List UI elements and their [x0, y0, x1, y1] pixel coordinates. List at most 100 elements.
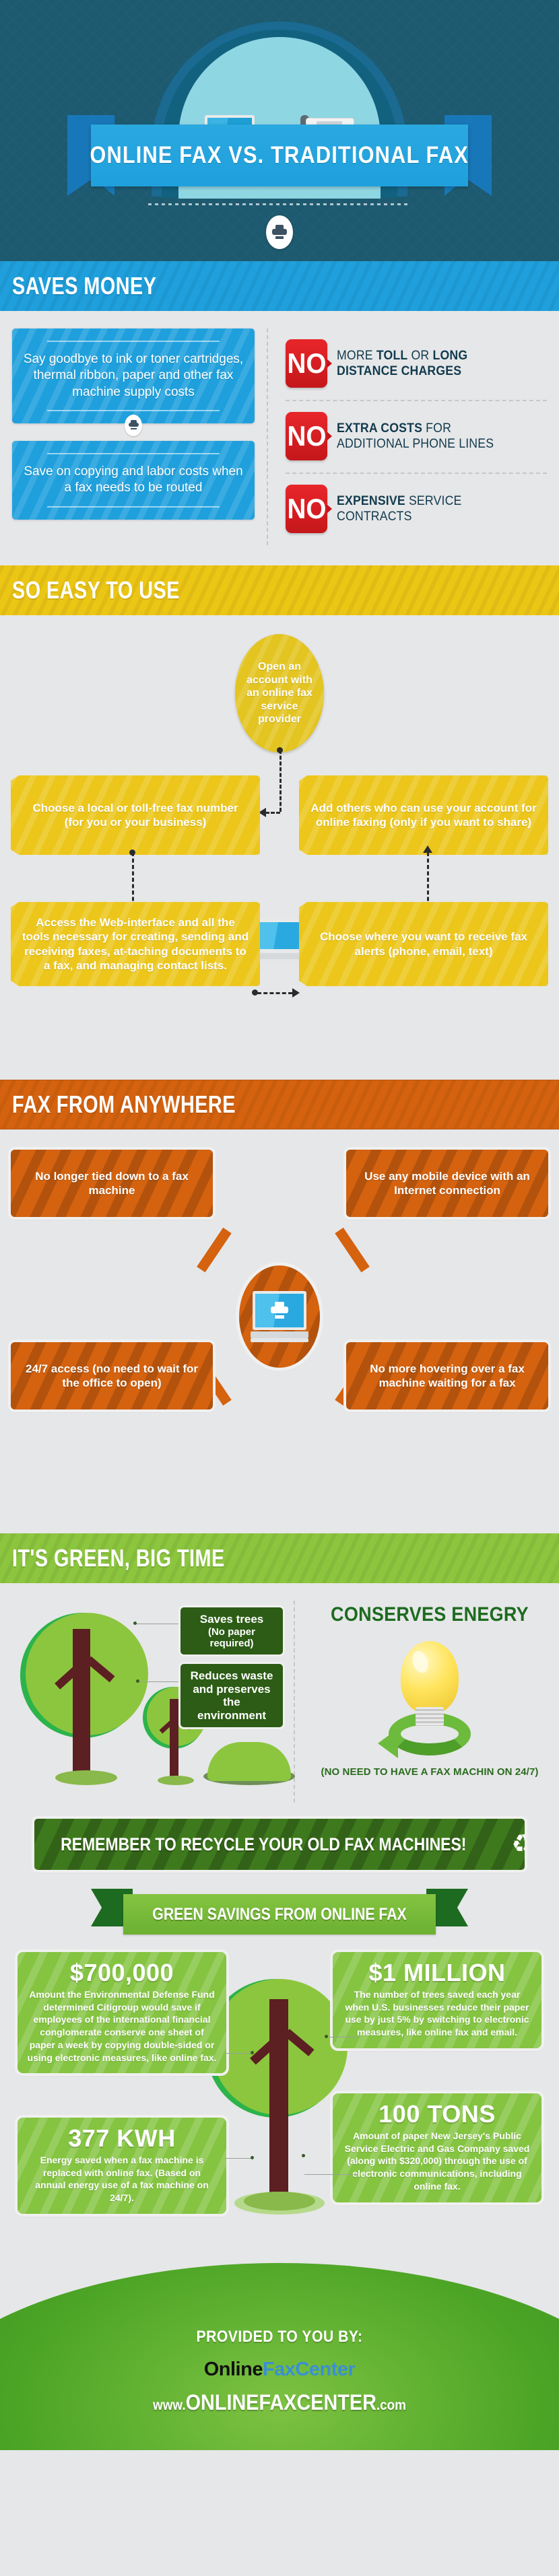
provided-by-label: PROVIDED TO YOU BY:	[196, 2328, 363, 2346]
money-card-text: Save on copying and labor costs when a f…	[24, 464, 243, 495]
flow-box: Choose where you want to receive fax ale…	[299, 902, 548, 986]
flow-box-text: Choose a local or toll-free fax number (…	[32, 801, 238, 829]
conserves-energy-area: CONSERVES ENEGRY (NO NEED TO HAVE A FAX …	[294, 1601, 548, 1803]
spoke-connector	[197, 1227, 232, 1273]
money-card: Save on copying and labor costs when a f…	[12, 440, 255, 520]
hero-section: ONLINE FAX VS. TRADITIONAL FAX	[0, 0, 559, 261]
anywhere-box: Use any mobile device with an Internet c…	[346, 1150, 548, 1217]
recycle-icon: ♻	[511, 1830, 525, 1858]
anywhere-box: No longer tied down to a fax machine	[11, 1150, 213, 1217]
conserves-energy-note: (NO NEED TO HAVE A FAX MACHIN ON 24/7)	[321, 1766, 539, 1778]
flow-line	[257, 992, 292, 994]
bush-icon	[203, 1742, 295, 1785]
tree-large-icon	[20, 1613, 152, 1785]
recycle-banner-text: REMEMBER TO RECYCLE YOUR OLD FAX MACHINE…	[60, 1834, 467, 1854]
no-badge-label: NO	[287, 493, 326, 524]
page-title: ONLINE FAX VS. TRADITIONAL FAX	[90, 142, 469, 168]
stat-value: 100 TONS	[379, 2100, 496, 2128]
infographic-page: ONLINE FAX VS. TRADITIONAL FAX SAVES MON…	[0, 0, 559, 2450]
section-heading-saves-money: SAVES MONEY	[12, 272, 157, 300]
section-bar-so-easy: SO EASY TO USE	[0, 565, 559, 615]
section-heading-so-easy: SO EASY TO USE	[12, 576, 180, 604]
green-savings-ribbon: GREEN SAVINGS FROM ONLINE FAX	[91, 1887, 468, 1935]
stat-leader-line	[326, 2037, 357, 2038]
url-main: ONLINEFAXCENTER	[185, 2390, 376, 2414]
flow-line	[265, 812, 280, 814]
no-badge: NO	[286, 485, 327, 533]
printer-icon	[266, 215, 293, 249]
title-ribbon-wrap: ONLINE FAX VS. TRADITIONAL FAX	[0, 115, 559, 196]
stat-leader-dot	[325, 2035, 328, 2038]
website-url[interactable]: www.ONLINEFAXCENTER.com	[28, 2390, 531, 2415]
footer: PROVIDED TO YOU BY: OnlineFaxCenter www.…	[0, 2248, 559, 2450]
flow-start-oval: Open an account with an online fax servi…	[235, 634, 324, 753]
stat-value: $1 MILLION	[368, 1959, 506, 1986]
callout-leader-line	[139, 1681, 182, 1682]
stat-text: Amount of paper New Jersey's Public Serv…	[344, 2130, 530, 2192]
no-item-text: EXPENSIVE SERVICE CONTRACTS	[337, 493, 462, 524]
no-badge-label: NO	[287, 420, 326, 452]
stat-text: The number of trees saved each year when…	[345, 1988, 529, 2038]
tree-illustration-area: Saves trees (No paper required) Reduces …	[11, 1601, 295, 1803]
stat-card: 100 TONS Amount of paper New Jersey's Pu…	[333, 2093, 541, 2202]
no-item-text: MORE TOLL OR LONG DISTANCE CHARGES	[337, 348, 468, 378]
flow-box-text: Access the Web-interface and all the too…	[22, 916, 249, 972]
flow-box: Add others who can use your account for …	[299, 775, 548, 855]
recycle-banner: REMEMBER TO RECYCLE YOUR OLD FAX MACHINE…	[34, 1819, 525, 1870]
anywhere-row-top: No longer tied down to a fax machine Use…	[11, 1150, 548, 1217]
green-stats: $700,000 Amount the Environmental Defens…	[11, 1952, 548, 2241]
callout-saves-trees: Saves trees (No paper required)	[180, 1607, 283, 1655]
laptop-with-fax-icon	[239, 1265, 320, 1368]
flow-line	[427, 852, 429, 907]
stat-leader-dot	[302, 2154, 305, 2157]
callout-title: Reduces waste and preserves the environm…	[190, 1669, 273, 1722]
stat-leader-line	[304, 2174, 357, 2175]
flow-box-text: Add others who can use your account for …	[310, 801, 537, 829]
title-ribbon: ONLINE FAX VS. TRADITIONAL FAX	[90, 125, 469, 186]
no-item-text: EXTRA COSTS FOR ADDITIONAL PHONE LINES	[337, 421, 494, 451]
anywhere-box-text: Use any mobile device with an Internet c…	[364, 1169, 530, 1197]
stat-leader-line	[225, 2158, 253, 2159]
section-bar-fax-anywhere: FAX FROM ANYWHERE	[0, 1080, 559, 1129]
section-heading-fax-anywhere: FAX FROM ANYWHERE	[12, 1090, 236, 1118]
money-card: Say goodbye to ink or toner cartridges, …	[12, 328, 255, 423]
anywhere-box-text: No longer tied down to a fax machine	[35, 1169, 189, 1197]
url-suffix: .com	[376, 2398, 406, 2413]
flow-box: Choose a local or toll-free fax number (…	[11, 775, 260, 855]
no-item: NO EXTRA COSTS FOR ADDITIONAL PHONE LINES	[286, 400, 547, 473]
section-bar-its-green: IT'S GREEN, BIG TIME	[0, 1533, 559, 1583]
stat-card: 377 KWH Energy saved when a fax machine …	[18, 2118, 226, 2214]
no-item: NO EXPENSIVE SERVICE CONTRACTS	[286, 473, 547, 545]
no-badge-label: NO	[287, 347, 326, 379]
green-top-row: Saves trees (No paper required) Reduces …	[11, 1601, 548, 1803]
flow-box-text: Choose where you want to receive fax ale…	[320, 930, 527, 958]
stat-value: 377 KWH	[68, 2124, 176, 2152]
green-savings-ribbon-text: GREEN SAVINGS FROM ONLINE FAX	[152, 1904, 407, 1924]
laptop-icon	[253, 919, 306, 963]
spoke-connector	[335, 1227, 370, 1273]
lightbulb-recycle-icon	[372, 1637, 487, 1758]
flow-arrow-right-icon	[292, 988, 300, 998]
printer-icon	[125, 414, 142, 436]
anywhere-box-text: 24/7 access (no need to wait for the off…	[25, 1362, 199, 1389]
callout-leader-dot	[136, 1679, 139, 1683]
stat-text: Energy saved when a fax machine is repla…	[35, 2154, 209, 2204]
url-prefix: www.	[152, 2398, 186, 2413]
so-easy-content: Open an account with an online fax servi…	[0, 615, 559, 1080]
no-badge: NO	[286, 412, 327, 460]
no-badge: NO	[286, 339, 327, 388]
anywhere-box: 24/7 access (no need to wait for the off…	[11, 1342, 213, 1409]
stat-text: Amount the Environmental Defense Fund de…	[27, 1988, 217, 2063]
section-heading-its-green: IT'S GREEN, BIG TIME	[12, 1544, 225, 1572]
section-bar-saves-money: SAVES MONEY	[0, 261, 559, 311]
brand-part1: Online	[203, 2359, 263, 2380]
money-cards-column: Say goodbye to ink or toner cartridges, …	[12, 328, 255, 545]
stat-leader-dot	[251, 2156, 254, 2159]
brand-part2: FaxCenter	[262, 2359, 356, 2380]
stat-leader-line	[225, 2053, 253, 2054]
saves-money-content: Say goodbye to ink or toner cartridges, …	[0, 311, 559, 565]
flow-line	[132, 852, 134, 907]
callout-leader-dot	[133, 1622, 137, 1625]
dotted-divider	[148, 203, 411, 205]
its-green-content: Saves trees (No paper required) Reduces …	[0, 1583, 559, 2248]
